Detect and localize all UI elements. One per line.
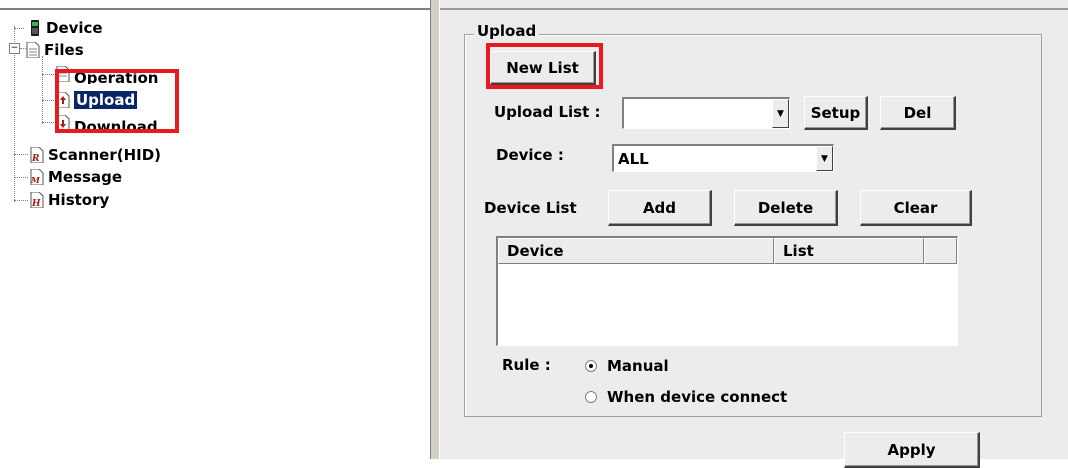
radio-selected-dot	[589, 364, 593, 368]
tree-connector	[42, 122, 56, 123]
chevron-down-icon[interactable]: ▼	[816, 146, 833, 171]
device-list-label: Device List	[484, 199, 577, 217]
chevron-down-icon[interactable]: ▼	[772, 99, 789, 128]
tree-connector	[42, 100, 56, 101]
tree-item-files[interactable]: Files	[26, 40, 84, 60]
panel-top-border	[440, 8, 1068, 10]
upload-list-select[interactable]: ▼	[622, 97, 790, 129]
svg-text:R: R	[31, 154, 40, 163]
tree-item-label: History	[48, 191, 110, 209]
scanner-file-icon: R	[30, 146, 44, 164]
tree-connector	[42, 74, 56, 75]
setup-button[interactable]: Setup	[804, 96, 868, 130]
tree-item-label: Files	[44, 41, 84, 59]
apply-button-label: Apply	[887, 440, 936, 459]
tree-item-message[interactable]: M Message	[30, 167, 122, 187]
device-label: Device :	[496, 146, 564, 164]
rule-label: Rule :	[502, 356, 551, 374]
device-list-table[interactable]: Device List	[496, 236, 958, 346]
rule-manual-radio[interactable]	[585, 360, 597, 372]
tree-item-device[interactable]: Device	[28, 18, 103, 38]
upload-list-label: Upload List :	[494, 103, 601, 121]
groupbox-title: Upload	[474, 22, 540, 40]
tree-item-label: Device	[46, 19, 103, 37]
message-file-icon: M	[30, 168, 44, 186]
tree-connector	[14, 154, 28, 155]
tree-item-label: Scanner(HID)	[48, 146, 162, 164]
file-icon	[26, 41, 40, 59]
history-file-icon: H	[30, 191, 44, 209]
tree-view[interactable]: − Device Files Operation Upload Download	[0, 0, 430, 459]
upload-panel: Upload New List Upload List : ▼ Setup De…	[440, 0, 1068, 468]
clear-button-label: Clear	[893, 198, 938, 217]
delete-button-label: Delete	[757, 198, 814, 217]
device-icon	[28, 20, 42, 36]
add-button-label: Add	[642, 198, 677, 217]
column-header-list[interactable]: List	[774, 238, 924, 264]
device-select[interactable]: ALL ▼	[612, 144, 834, 172]
column-header-label: Device	[507, 242, 564, 260]
highlight-box	[55, 69, 179, 133]
device-value: ALL	[618, 150, 649, 168]
tree-connector	[42, 56, 43, 124]
clear-button[interactable]: Clear	[860, 190, 972, 226]
tree-connector	[14, 28, 24, 29]
svg-text:M: M	[30, 175, 41, 185]
column-header-blank	[924, 238, 957, 264]
del-button-label: Del	[903, 103, 932, 122]
tree-item-history[interactable]: H History	[30, 190, 109, 210]
column-header-device[interactable]: Device	[498, 238, 774, 264]
add-button[interactable]: Add	[608, 190, 712, 226]
tree-connector	[14, 177, 28, 178]
collapse-toggle[interactable]: −	[9, 43, 20, 54]
rule-when-connect-label[interactable]: When device connect	[607, 388, 787, 406]
tree-item-scanner-hid[interactable]: R Scanner(HID)	[30, 145, 161, 165]
tree-item-label: Message	[48, 168, 122, 186]
rule-when-connect-radio[interactable]	[585, 391, 597, 403]
delete-button[interactable]: Delete	[734, 190, 838, 226]
del-button[interactable]: Del	[880, 96, 956, 130]
highlight-box	[486, 43, 603, 89]
apply-button[interactable]: Apply	[844, 432, 980, 468]
tree-top-border	[0, 8, 430, 10]
rule-manual-label[interactable]: Manual	[607, 357, 669, 375]
tree-connector	[14, 200, 28, 201]
column-header-label: List	[783, 242, 814, 260]
setup-button-label: Setup	[810, 103, 861, 122]
pane-splitter[interactable]	[430, 0, 440, 459]
svg-text:H: H	[31, 199, 41, 208]
